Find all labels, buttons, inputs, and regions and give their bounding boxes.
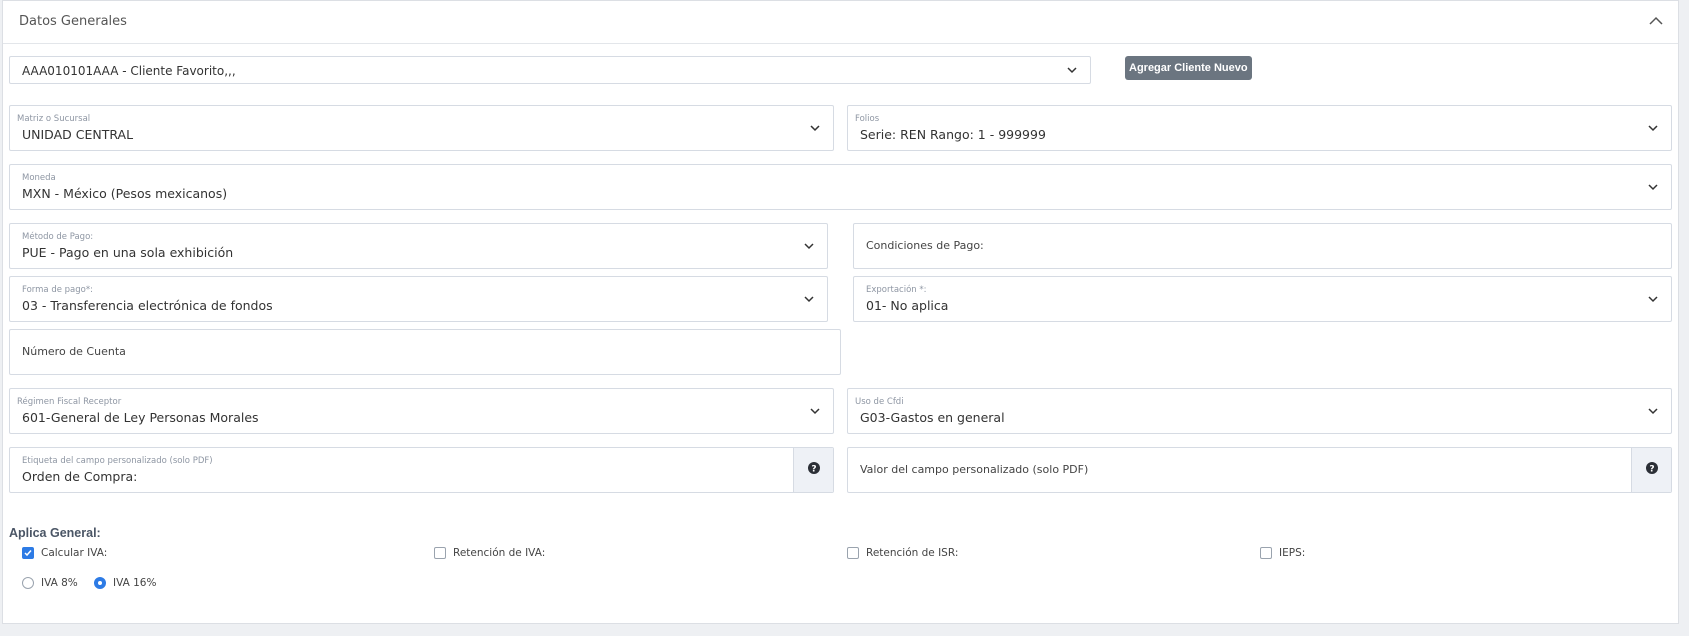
iva-8-radio[interactable] <box>22 577 34 589</box>
check-icon <box>24 550 32 557</box>
condiciones-pago-input[interactable]: Condiciones de Pago: <box>853 223 1672 269</box>
regimen-fiscal-value: 601-General de Ley Personas Morales <box>22 410 259 425</box>
condiciones-pago-placeholder: Condiciones de Pago: <box>866 239 984 252</box>
client-select[interactable]: AAA010101AAA - Cliente Favorito,,, <box>9 56 1091 84</box>
iva-16-radio[interactable] <box>94 577 106 589</box>
chevron-down-icon <box>1067 67 1077 74</box>
matriz-sucursal-label: Matriz o Sucursal <box>17 114 91 124</box>
matriz-sucursal-select[interactable]: Matriz o Sucursal UNIDAD CENTRAL <box>9 105 834 151</box>
calcular-iva-checkbox[interactable] <box>22 547 34 559</box>
aplica-general-title: Aplica General: <box>9 526 101 540</box>
moneda-value: MXN - México (Pesos mexicanos) <box>22 186 228 201</box>
help-addon[interactable]: ? <box>793 448 833 492</box>
help-addon[interactable]: ? <box>1631 448 1671 492</box>
folios-value: Serie: REN Rango: 1 - 999999 <box>860 127 1046 142</box>
client-select-value: AAA010101AAA - Cliente Favorito,,, <box>22 64 236 78</box>
uso-cfdi-label: Uso de Cfdi <box>855 397 904 407</box>
iva-8-label: IVA 8% <box>41 577 78 589</box>
uso-cfdi-select[interactable]: Uso de Cfdi G03-Gastos en general <box>847 388 1672 434</box>
exportacion-label: Exportación *: <box>866 285 927 295</box>
moneda-select[interactable]: Moneda MXN - México (Pesos mexicanos) <box>9 164 1672 210</box>
question-circle-icon[interactable]: ? <box>808 462 820 474</box>
svg-text:?: ? <box>811 464 816 474</box>
folios-label: Folios <box>855 114 880 124</box>
regimen-fiscal-label: Régimen Fiscal Receptor <box>17 397 122 407</box>
uso-cfdi-value: G03-Gastos en general <box>860 410 1005 425</box>
etiqueta-personalizada-input[interactable]: Etiqueta del campo personalizado (solo P… <box>9 447 834 493</box>
panel-title: Datos Generales <box>19 14 127 29</box>
retencion-isr-label: Retención de ISR: <box>866 547 959 559</box>
numero-cuenta-input[interactable]: Número de Cuenta <box>9 329 841 375</box>
chevron-down-icon <box>804 243 814 250</box>
valor-personalizado-input[interactable]: Valor del campo personalizado (solo PDF)… <box>847 447 1672 493</box>
ieps-checkbox[interactable] <box>1260 547 1272 559</box>
iva-16-label: IVA 16% <box>113 577 157 589</box>
metodo-pago-value: PUE - Pago en una sola exhibición <box>22 245 234 260</box>
calcular-iva-label: Calcular IVA: <box>41 547 108 559</box>
chevron-up-icon[interactable] <box>1648 15 1664 27</box>
metodo-pago-select[interactable]: Método de Pago: PUE - Pago en una sola e… <box>9 223 828 269</box>
metodo-pago-label: Método de Pago: <box>22 232 94 242</box>
panel-header[interactable]: Datos Generales <box>3 1 1678 44</box>
forma-pago-select[interactable]: Forma de pago*: 03 - Transferencia elect… <box>9 276 828 322</box>
chevron-down-icon <box>810 408 820 415</box>
regimen-fiscal-select[interactable]: Régimen Fiscal Receptor 601-General de L… <box>9 388 834 434</box>
retencion-isr-checkbox[interactable] <box>847 547 859 559</box>
question-circle-icon[interactable]: ? <box>1646 462 1658 474</box>
moneda-label: Moneda <box>22 173 56 183</box>
forma-pago-label: Forma de pago*: <box>22 285 93 295</box>
chevron-down-icon <box>1648 184 1658 191</box>
chevron-down-icon <box>804 296 814 303</box>
ieps-label: IEPS: <box>1279 547 1306 559</box>
add-new-client-button[interactable]: Agregar Cliente Nuevo <box>1125 56 1252 80</box>
chevron-down-icon <box>1648 408 1658 415</box>
retencion-iva-label: Retención de IVA: <box>453 547 546 559</box>
folios-select[interactable]: Folios Serie: REN Rango: 1 - 999999 <box>847 105 1672 151</box>
chevron-down-icon <box>810 125 820 132</box>
etiqueta-personalizada-value: Orden de Compra: <box>22 469 138 484</box>
chevron-down-icon <box>1648 296 1658 303</box>
retencion-iva-checkbox[interactable] <box>434 547 446 559</box>
exportacion-value: 01- No aplica <box>866 298 949 313</box>
forma-pago-value: 03 - Transferencia electrónica de fondos <box>22 298 273 313</box>
valor-personalizado-placeholder: Valor del campo personalizado (solo PDF) <box>860 463 1089 476</box>
matriz-sucursal-value: UNIDAD CENTRAL <box>22 127 134 142</box>
chevron-down-icon <box>1648 125 1658 132</box>
exportacion-select[interactable]: Exportación *: 01- No aplica <box>853 276 1672 322</box>
numero-cuenta-placeholder: Número de Cuenta <box>22 345 126 358</box>
etiqueta-personalizada-label: Etiqueta del campo personalizado (solo P… <box>22 456 213 466</box>
svg-text:?: ? <box>1649 464 1654 474</box>
